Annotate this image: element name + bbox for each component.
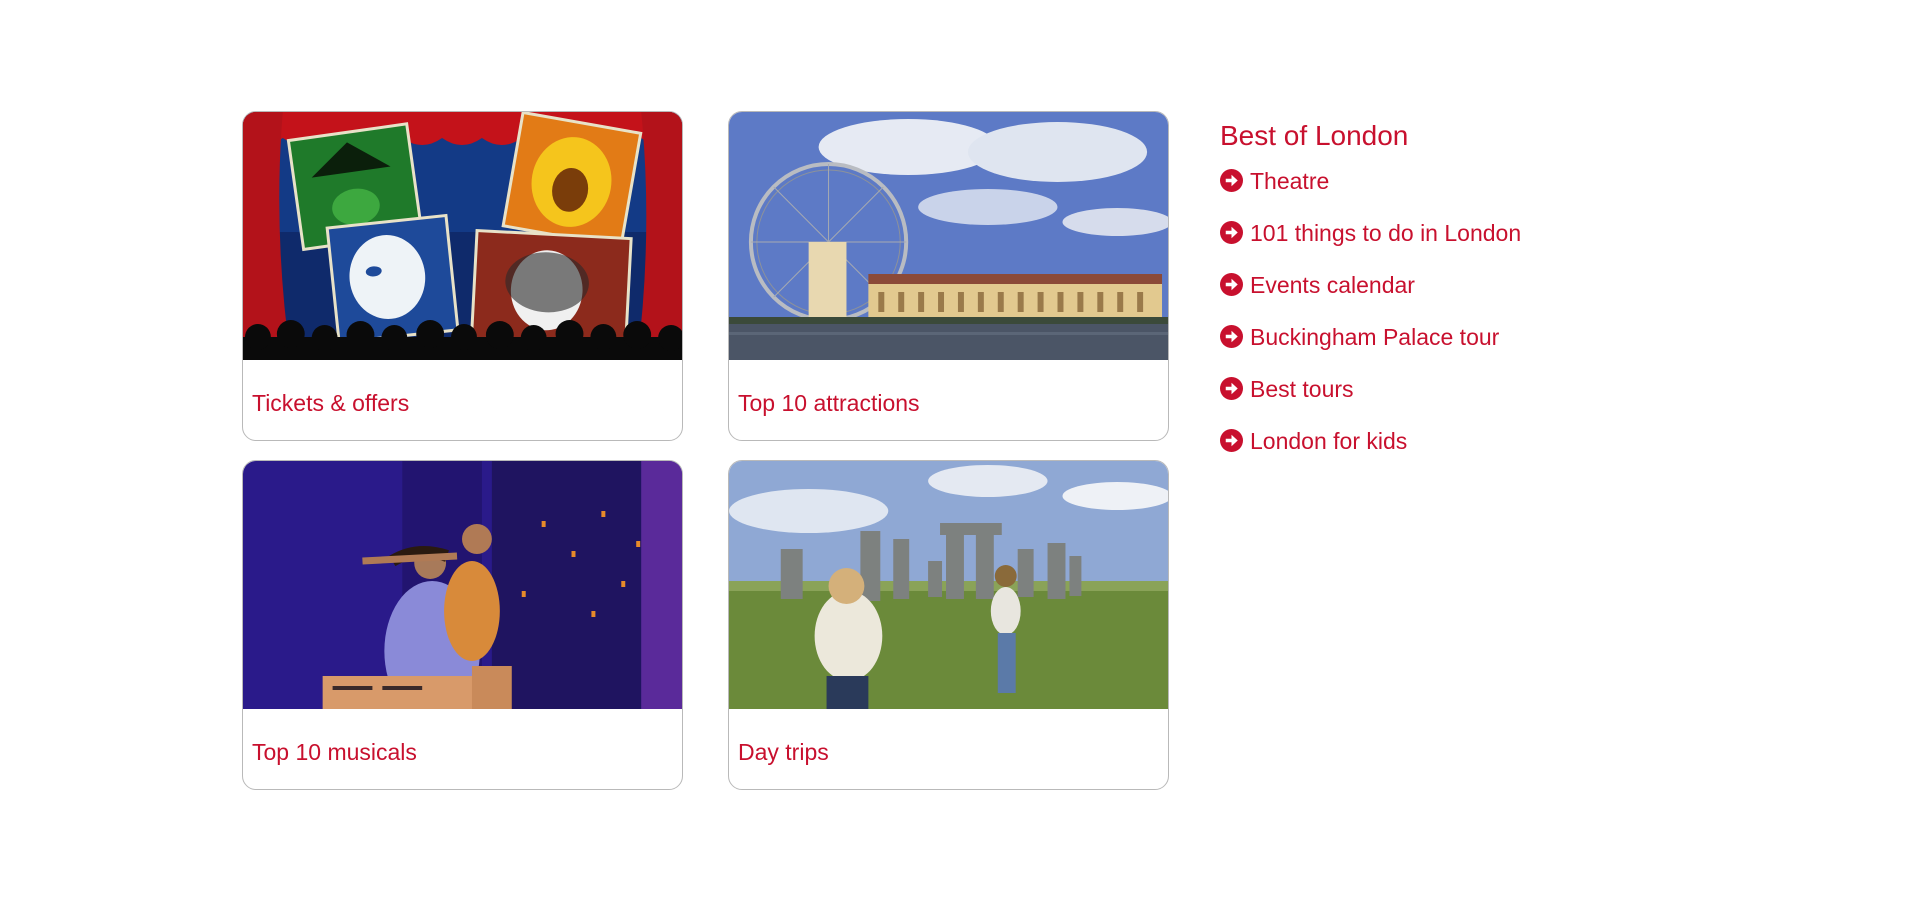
sidebar-link-label: Events calendar (1250, 272, 1415, 298)
arrow-circle-right-icon (1220, 377, 1243, 400)
arrow-circle-right-icon (1220, 221, 1243, 244)
card-day-trips[interactable]: Day trips (728, 460, 1169, 790)
sidebar-link-label: Best tours (1250, 376, 1354, 402)
card-label: Top 10 attractions (738, 390, 920, 416)
sidebar-link-events-calendar[interactable]: Events calendar (1220, 270, 1820, 322)
sidebar-link-label: London for kids (1250, 428, 1408, 454)
arrow-circle-right-icon (1220, 169, 1243, 192)
best-of-london-sidebar: Best of London Theatre 101 things to do … (1220, 118, 1820, 478)
card-top-10-musicals[interactable]: Top 10 musicals (242, 460, 683, 790)
sidebar-link-list: Theatre 101 things to do in London Event… (1220, 166, 1820, 478)
sidebar-link-label: Theatre (1250, 168, 1330, 194)
card-tickets-offers[interactable]: Tickets & offers (242, 111, 683, 441)
stonehenge-visitors-image (729, 461, 1168, 709)
arrow-circle-right-icon (1220, 325, 1243, 348)
sidebar-link-theatre[interactable]: Theatre (1220, 166, 1820, 218)
card-label: Tickets & offers (252, 390, 410, 416)
card-label: Top 10 musicals (252, 739, 417, 765)
sidebar-link-london-for-kids[interactable]: London for kids (1220, 426, 1820, 478)
sidebar-link-label: Buckingham Palace tour (1250, 324, 1500, 350)
card-label: Day trips (738, 739, 829, 765)
aladdin-stage-scene-image (243, 461, 682, 709)
sidebar-link-buckingham-palace-tour[interactable]: Buckingham Palace tour (1220, 322, 1820, 374)
london-eye-county-hall-image (729, 112, 1168, 360)
arrow-circle-right-icon (1220, 429, 1243, 452)
sidebar-title: Best of London (1220, 120, 1409, 151)
sidebar-link-101-things[interactable]: 101 things to do in London (1220, 218, 1820, 270)
card-top-10-attractions[interactable]: Top 10 attractions (728, 111, 1169, 441)
west-end-musicals-posters-image (243, 112, 682, 360)
sidebar-link-best-tours[interactable]: Best tours (1220, 374, 1820, 426)
sidebar-link-label: 101 things to do in London (1250, 220, 1522, 246)
arrow-circle-right-icon (1220, 273, 1243, 296)
